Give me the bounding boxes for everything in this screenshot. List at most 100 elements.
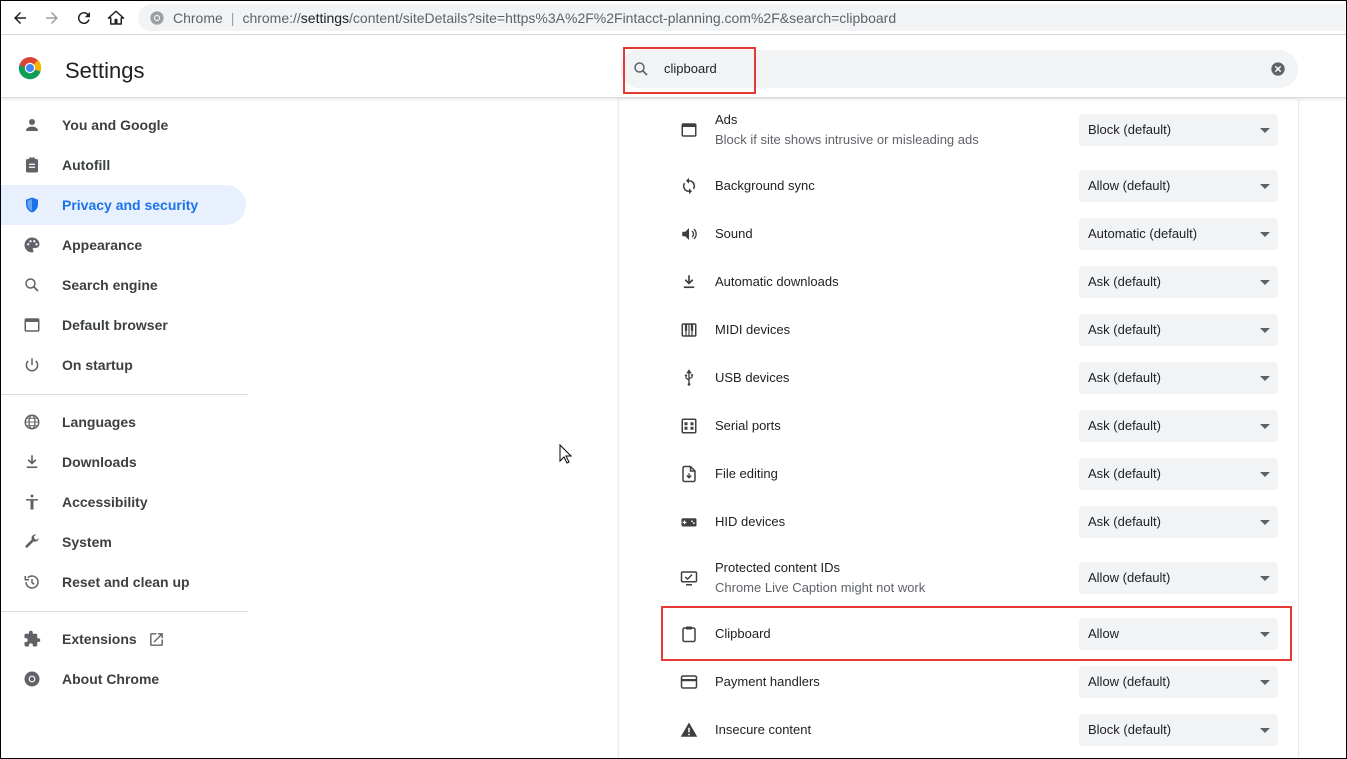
permission-row-automatic-downloads: Automatic downloads Ask (default) <box>619 265 1300 299</box>
sidebar-item-label: On startup <box>62 357 133 373</box>
sidebar-item-system[interactable]: System <box>0 522 246 562</box>
forward-arrow-icon <box>46 12 58 24</box>
permission-row-hid-devices: HID devices Ask (default) <box>619 505 1300 539</box>
sidebar-item-you-and-google[interactable]: You and Google <box>0 105 246 145</box>
page-title: Settings <box>65 58 145 83</box>
sidebar-item-about-chrome[interactable]: About Chrome <box>0 659 246 699</box>
clear-search-icon[interactable] <box>1270 61 1286 77</box>
chevron-down-icon <box>1260 280 1270 285</box>
permission-label: Sound <box>715 226 753 241</box>
permission-select-midi-devices[interactable]: Ask (default) <box>1079 314 1278 346</box>
clipboard-list-icon <box>22 155 42 175</box>
permission-label: Payment handlers <box>715 674 820 689</box>
sidebar-nav: You and Google Autofill Privacy and secu… <box>0 99 248 759</box>
sidebar-item-label: Default browser <box>62 317 168 333</box>
sidebar-item-label: Appearance <box>62 237 143 253</box>
chevron-down-icon <box>1260 424 1270 429</box>
permission-row-protected-content: Protected content IDs Chrome Live Captio… <box>619 557 1300 607</box>
home-button[interactable] <box>104 6 128 30</box>
permission-label: USB devices <box>715 370 790 385</box>
open-external-icon <box>150 633 163 646</box>
permission-select-payment-handlers[interactable]: Allow (default) <box>1079 666 1278 698</box>
permission-row-payment-handlers: Payment handlers Allow (default) <box>619 665 1300 699</box>
permission-select-hid-devices[interactable]: Ask (default) <box>1079 506 1278 538</box>
gamepad-icon <box>679 512 699 532</box>
piano-icon <box>679 320 699 340</box>
chevron-down-icon <box>1260 128 1270 133</box>
sidebar-item-on-startup[interactable]: On startup <box>0 345 246 385</box>
shield-icon <box>22 195 42 215</box>
permission-row-insecure-content: Insecure content Block (default) <box>619 713 1300 747</box>
sidebar-item-reset-and-clean-up[interactable]: Reset and clean up <box>0 562 246 602</box>
chrome-site-icon <box>149 10 165 26</box>
permission-select-background-sync[interactable]: Allow (default) <box>1079 170 1278 202</box>
sidebar-item-label: About Chrome <box>62 671 160 687</box>
sidebar-item-label: Search engine <box>62 277 158 293</box>
sidebar-item-accessibility[interactable]: Accessibility <box>0 482 246 522</box>
sidebar-item-extensions[interactable]: Extensions <box>0 619 246 659</box>
chevron-down-icon <box>1260 184 1270 189</box>
chevron-down-icon <box>1260 232 1270 237</box>
sidebar-item-label: You and Google <box>62 117 169 133</box>
permission-select-file-editing[interactable]: Ask (default) <box>1079 458 1278 490</box>
permission-select-insecure-content[interactable]: Block (default) <box>1079 714 1278 746</box>
home-icon <box>107 10 125 25</box>
puzzle-icon <box>22 629 42 649</box>
sidebar-item-autofill[interactable]: Autofill <box>0 145 246 185</box>
permission-select-protected-content[interactable]: Allow (default) <box>1079 562 1278 594</box>
address-bar[interactable]: Chrome | chrome://settings/content/siteD… <box>138 4 1345 31</box>
permission-label: MIDI devices <box>715 322 791 337</box>
sidebar-item-downloads[interactable]: Downloads <box>0 442 246 482</box>
sidebar-item-search-engine[interactable]: Search engine <box>0 265 246 305</box>
ads-window-icon <box>679 120 699 140</box>
sidebar-item-privacy-and-security[interactable]: Privacy and security <box>0 185 246 225</box>
sidebar-item-default-browser[interactable]: Default browser <box>0 305 246 345</box>
sidebar-item-languages[interactable]: Languages <box>0 402 246 442</box>
permission-sublabel: Block if site shows intrusive or mislead… <box>715 132 979 147</box>
reload-button[interactable] <box>72 6 96 30</box>
mouse-cursor-icon <box>559 444 573 464</box>
permission-label: HID devices <box>715 514 786 529</box>
sidebar-divider <box>0 611 248 612</box>
permission-label: Background sync <box>715 178 815 193</box>
permission-select-usb-devices[interactable]: Ask (default) <box>1079 362 1278 394</box>
wrench-icon <box>22 532 42 552</box>
permission-row-midi-devices: MIDI devices Ask (default) <box>619 313 1300 347</box>
credit-card-icon <box>679 672 699 692</box>
permission-select-ads[interactable]: Block (default) <box>1079 114 1278 146</box>
back-button[interactable] <box>8 6 32 30</box>
speaker-icon <box>679 224 699 244</box>
permission-select-automatic-downloads[interactable]: Ask (default) <box>1079 266 1278 298</box>
permission-select-serial-ports[interactable]: Ask (default) <box>1079 410 1278 442</box>
accessibility-icon <box>22 492 42 512</box>
chevron-down-icon <box>1260 376 1270 381</box>
download-icon <box>22 452 42 472</box>
forward-button[interactable] <box>40 6 64 30</box>
permission-sublabel: Chrome Live Caption might not work <box>715 580 926 595</box>
permission-label: Serial ports <box>715 418 781 433</box>
browser-window-icon <box>22 315 42 335</box>
chrome-logo-icon <box>18 57 42 80</box>
reload-icon <box>77 12 90 25</box>
permission-select-sound[interactable]: Automatic (default) <box>1079 218 1278 250</box>
permission-row-file-editing: File editing Ask (default) <box>619 457 1300 491</box>
sidebar-divider <box>0 394 248 395</box>
sidebar-item-label: Downloads <box>62 454 137 470</box>
sidebar-item-label: Privacy and security <box>62 197 199 213</box>
search-icon <box>22 275 42 295</box>
permission-label: Ads <box>715 112 738 127</box>
restore-icon <box>22 572 42 592</box>
chevron-down-icon <box>1260 328 1270 333</box>
permission-label: Insecure content <box>715 722 812 737</box>
chrome-icon <box>22 669 42 689</box>
permission-row-ads: Ads Block if site shows intrusive or mis… <box>619 109 1300 159</box>
chevron-down-icon <box>1260 472 1270 477</box>
download-icon <box>679 272 699 292</box>
permission-row-serial-ports: Serial ports Ask (default) <box>619 409 1300 443</box>
permission-label: Automatic downloads <box>715 274 839 289</box>
sidebar-item-appearance[interactable]: Appearance <box>0 225 246 265</box>
permission-label: File editing <box>715 466 778 481</box>
sync-icon <box>679 176 699 196</box>
browser-toolbar: Chrome | chrome://settings/content/siteD… <box>0 0 1347 35</box>
palette-icon <box>22 235 42 255</box>
